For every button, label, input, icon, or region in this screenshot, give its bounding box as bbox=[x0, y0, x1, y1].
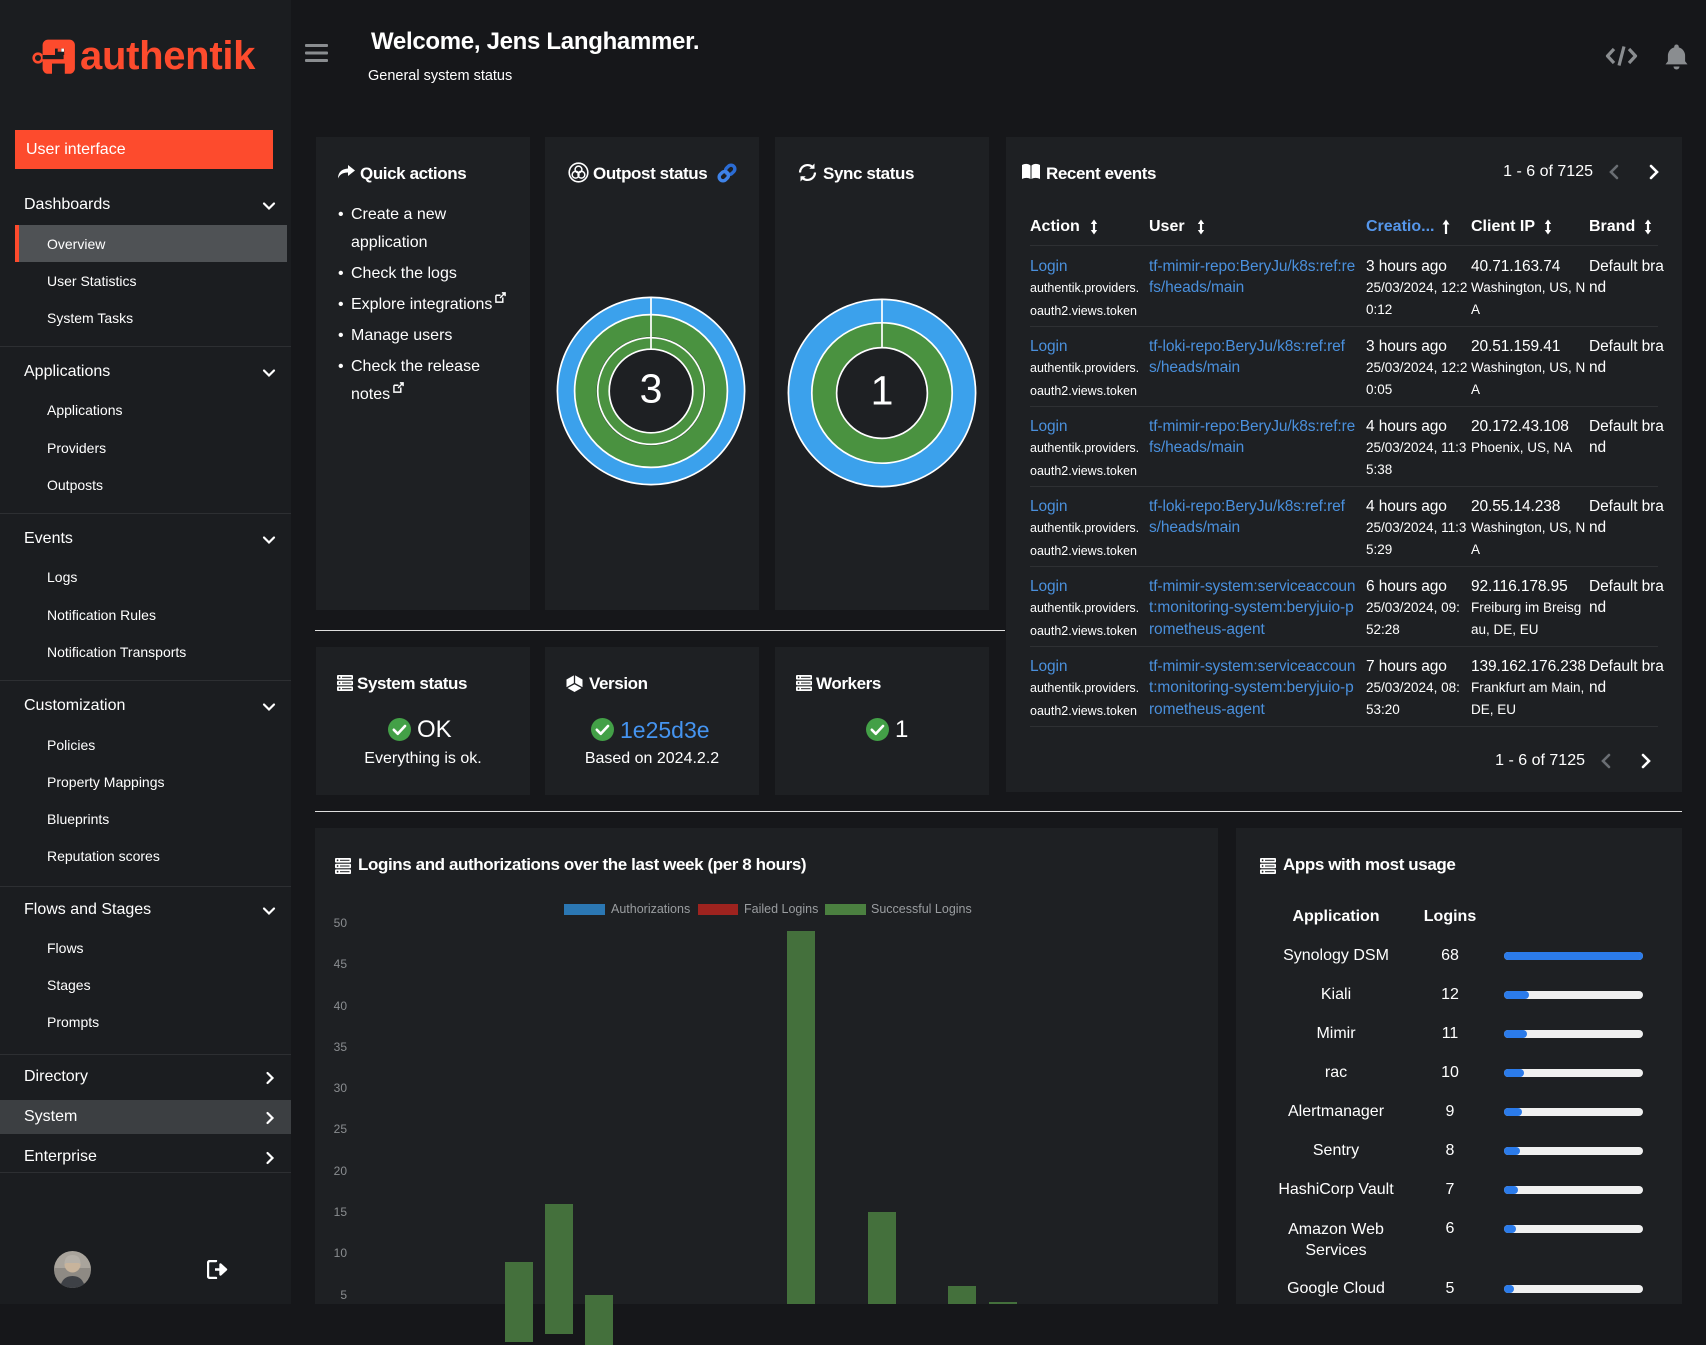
svg-text:authentik: authentik bbox=[80, 36, 256, 78]
